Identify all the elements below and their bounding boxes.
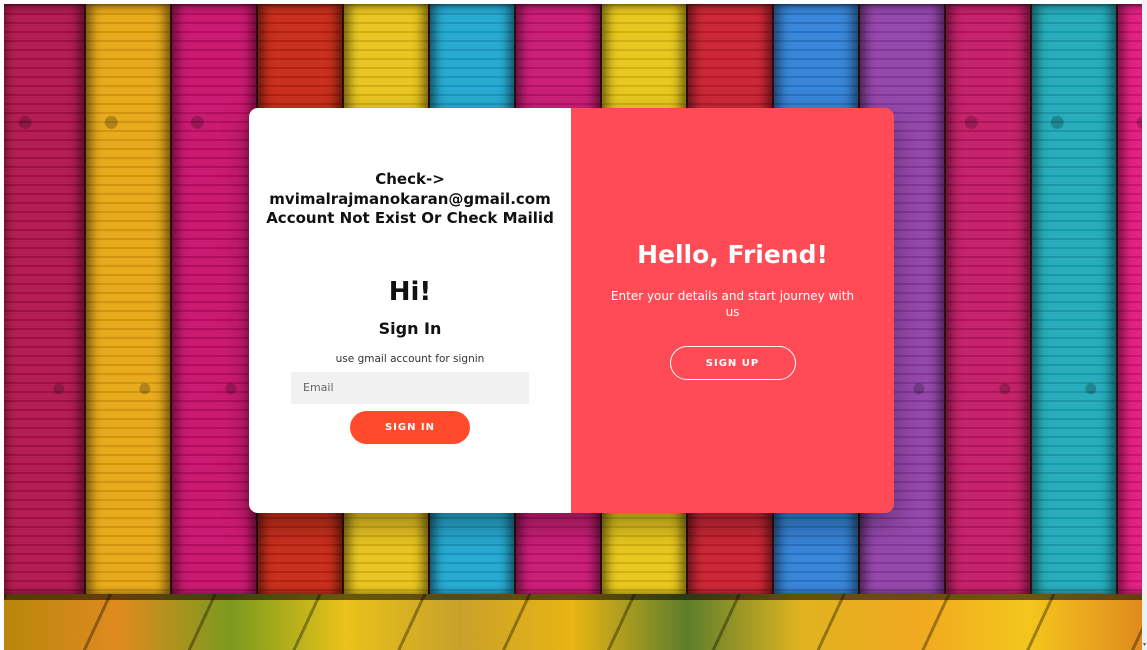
signin-button[interactable]: SIGN IN [350,410,470,444]
signin-panel: Check-> mvimalrajmanokaran@gmail.com Acc… [249,108,571,513]
account-error-message: Check-> mvimalrajmanokaran@gmail.com Acc… [266,170,554,227]
wood-plank [86,4,170,596]
wood-plank [4,4,84,596]
signin-title: Sign In [378,318,442,338]
overlay-text: Enter your details and start journey wit… [610,289,855,319]
signup-overlay-panel: Hello, Friend! Enter your details and st… [571,108,894,513]
wood-plank [172,4,256,596]
page-scrollbar[interactable]: ▾ [1142,0,1147,650]
wood-plank [1118,4,1142,596]
auth-card: Check-> mvimalrajmanokaran@gmail.com Acc… [249,108,894,513]
overlay-title: Hello, Friend! [637,240,828,269]
wood-floor [4,594,1142,650]
signin-hint: use gmail account for signin [335,352,485,365]
browser-viewport: Check-> mvimalrajmanokaran@gmail.com Acc… [0,0,1147,650]
wood-plank [946,4,1030,596]
signup-button[interactable]: SIGN UP [669,346,796,380]
scroll-down-arrow-icon[interactable]: ▾ [1142,642,1147,648]
greeting-heading: Hi! [388,276,432,307]
email-input[interactable] [291,371,529,404]
wood-plank [1032,4,1116,596]
